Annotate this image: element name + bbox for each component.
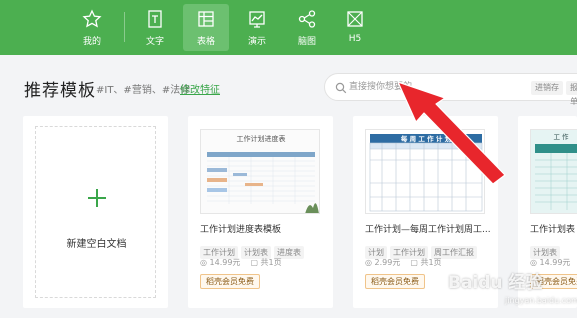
nav-item-label: 表格 [196,37,215,47]
presentation-icon [249,11,265,28]
member-free-badge: 稻壳会员免费 [365,274,425,289]
nav-item-presentation[interactable]: 演示 [234,0,280,50]
progress-table-preview: 工作计划进度表 [201,130,319,213]
top-nav-bar: 我的 文字 表格 演示 脑图 H5 [0,0,577,55]
template-title[interactable]: 工作计划—每周工作计划周工... [365,222,493,235]
thumb-title: 工 作 [553,132,569,141]
nav-item-label: 演示 [247,37,266,47]
coin-icon: ◎ [365,258,372,267]
template-title[interactable]: 工作计划进度表模板 [200,222,328,235]
blank-card-dashed-area[interactable]: 新建空白文档 [35,126,156,298]
h5-icon [347,11,363,27]
watermark-url: jingyan.baidu.com [505,296,577,305]
new-blank-document-card[interactable]: 新建空白文档 [23,116,168,308]
nav-item-label: H5 [348,34,362,44]
nav-item-spreadsheet[interactable]: 表格 [183,4,229,51]
nav-item-text[interactable]: 文字 [132,0,178,50]
plus-icon [88,189,106,207]
mindmap-icon [298,10,316,28]
search-input[interactable] [349,79,499,95]
spreadsheet-icon [198,11,214,27]
template-meta: ◎ 14.99元 [530,257,577,268]
template-card[interactable]: 工作计划进度表 工作计划进度表模板 工作计划 计划表 进度表 ◎ 14.99元 ▢ 共… [188,116,333,308]
star-icon [82,9,102,28]
document-icon [148,10,162,28]
template-meta: ◎ 2.99元 ▢ 共1页 [365,257,452,268]
nav-divider [124,12,125,42]
template-title[interactable]: 工作计划表（ [530,222,577,235]
page-title: 推荐模板 [24,81,96,101]
page-count-label: ▢ 共1页 [250,257,281,268]
interest-tags: #IT、#营销、#法律 [96,85,191,96]
member-free-badge: 稻壳会员免费 [200,274,260,289]
page-count-value: 共1页 [260,258,282,267]
hot-word-tag[interactable]: 进销存 [531,81,563,95]
page-icon: ▢ [250,258,258,267]
nav-item-label: 脑图 [297,37,316,47]
edit-interests-link[interactable]: 修改特征 [180,81,220,96]
template-thumbnail[interactable]: 工 作 [530,129,577,214]
thumb-title: 每 周 工 作 计 划 [401,134,452,143]
price-value: 14.99元 [209,258,241,267]
work-plan-preview: 工 作 [531,130,577,213]
thumb-title: 工作计划进度表 [237,134,286,143]
price-label: ◎ 2.99元 [365,257,400,268]
template-meta: ◎ 14.99元 ▢ 共1页 [200,257,292,268]
coin-icon: ◎ [530,258,537,267]
nav-item-label: 文字 [145,37,164,47]
page-count-label: ▢ 共1页 [410,257,441,268]
search-box[interactable]: 进销存 报销单 [324,73,577,106]
hot-word-tag[interactable]: 报销单 [566,81,577,106]
coin-icon: ◎ [200,258,207,267]
page-icon: ▢ [410,258,418,267]
page-count-value: 共1页 [420,258,442,267]
nav-item-h5[interactable]: H5 [332,0,378,50]
new-blank-document-label: 新建空白文档 [66,239,127,250]
template-thumbnail[interactable]: 每 周 工 作 计 划 [365,129,485,214]
search-icon [335,82,347,94]
price-value: 14.99元 [539,258,571,267]
price-value: 2.99元 [374,258,401,267]
watermark-logo: Baidu 经验 [448,273,543,293]
price-label: ◎ 14.99元 [200,257,240,268]
template-thumbnail[interactable]: 工作计划进度表 [200,129,320,214]
nav-item-label: 我的 [82,37,101,47]
nav-item-mindmap[interactable]: 脑图 [284,0,330,50]
nav-item-mine[interactable]: 我的 [69,0,115,50]
weekly-plan-preview: 每 周 工 作 计 划 [366,130,484,213]
price-label: ◎ 14.99元 [530,257,570,268]
